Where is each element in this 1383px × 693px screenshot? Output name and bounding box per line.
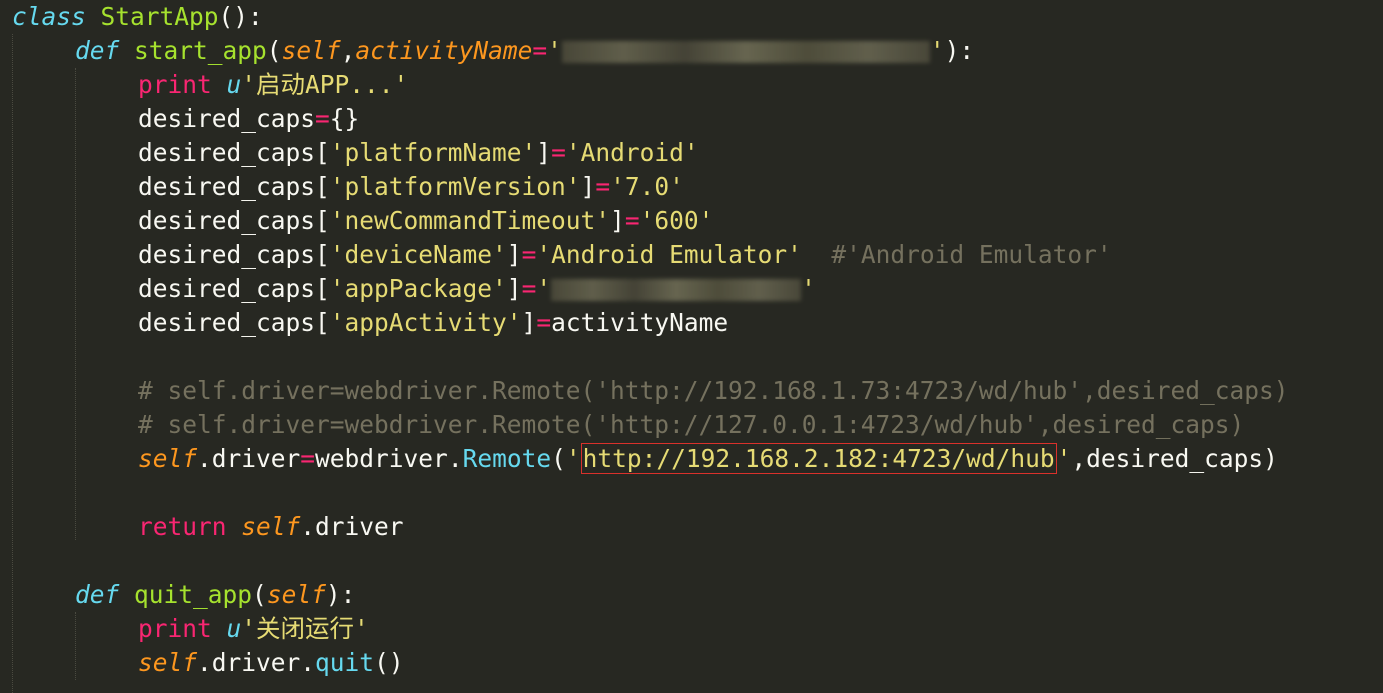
code-line: # self.driver=webdriver.Remote('http://1… <box>138 408 1244 442</box>
keyword: def <box>75 36 120 65</box>
code-line: self.driver=webdriver.Remote('http://192… <box>138 443 1278 474</box>
comment: # self.driver=webdriver.Remote('http://1… <box>138 376 1289 405</box>
code-line: def quit_app(self): <box>75 580 356 609</box>
string-literal: 'appPackage' <box>329 274 507 303</box>
string-literal: 'Android' <box>565 138 699 167</box>
code-line: desired_caps={} <box>138 104 360 133</box>
string-literal: 'appActivity' <box>329 308 522 337</box>
string-prefix: u <box>226 614 242 643</box>
function-name: start_app <box>134 36 267 65</box>
string-literal: 'newCommandTimeout' <box>329 206 611 235</box>
code-line: self.driver.quit() <box>138 648 404 677</box>
comment: #'Android Emulator' <box>831 240 1112 269</box>
string-literal: '关闭运行' <box>241 614 369 643</box>
keyword: def <box>75 580 120 609</box>
indent-guide <box>12 34 13 693</box>
highlighted-url: http://192.168.2.182:4723/wd/hub <box>580 443 1057 474</box>
self-keyword: self <box>138 444 198 473</box>
keyword: class <box>12 2 86 31</box>
code-line: # self.driver=webdriver.Remote('http://1… <box>138 374 1289 408</box>
punctuation: (): <box>218 2 263 31</box>
variable: desired_caps <box>138 308 316 337</box>
string-literal: 'deviceName' <box>329 240 507 269</box>
indent-guide <box>75 612 76 680</box>
function-name: quit_app <box>134 580 253 609</box>
code-line: desired_caps['platformVersion']='7.0' <box>138 172 684 201</box>
self-keyword: self <box>138 648 198 677</box>
indent-guide <box>75 68 76 540</box>
attribute: .driver <box>197 444 301 473</box>
keyword: return <box>138 512 227 541</box>
attribute: .driver <box>197 648 301 677</box>
module-name: webdriver <box>315 444 448 473</box>
method-name: Remote <box>462 444 552 473</box>
string-prefix: u <box>226 70 242 99</box>
code-line: desired_caps['deviceName']='Android Emul… <box>138 240 1112 269</box>
code-line: class StartApp(): <box>12 0 263 34</box>
punctuation: ,desired_caps) <box>1071 444 1278 473</box>
code-line: desired_caps['appPackage']=' ' <box>138 274 816 303</box>
string-literal: '7.0' <box>610 172 684 201</box>
redacted-value <box>561 41 930 63</box>
code-line: print u'关闭运行' <box>138 612 369 646</box>
string-literal: 'platformVersion' <box>329 172 581 201</box>
variable: desired_caps <box>138 240 316 269</box>
variable: desired_caps <box>138 104 316 133</box>
param-activity: activityName <box>355 36 533 65</box>
class-name: StartApp <box>100 2 219 31</box>
string-literal: 'platformName' <box>329 138 537 167</box>
code-line: desired_caps['newCommandTimeout']='600' <box>138 206 714 235</box>
code-line: desired_caps['appActivity']=activityName <box>138 308 729 337</box>
code-line: print u'启动APP...' <box>138 68 408 102</box>
variable: desired_caps <box>138 172 316 201</box>
string-literal: '600' <box>639 206 714 235</box>
string-literal: 'Android Emulator' <box>536 240 802 269</box>
redacted-value <box>551 279 802 301</box>
code-line: desired_caps['platformName']='Android' <box>138 138 699 167</box>
keyword: print <box>138 70 212 99</box>
comment: # self.driver=webdriver.Remote('http://1… <box>138 410 1245 439</box>
method-name: quit <box>315 648 375 677</box>
code-line: return self.driver <box>138 510 404 544</box>
variable: activityName <box>551 308 729 337</box>
code-editor[interactable]: class StartApp(): def start_app(self,act… <box>0 0 1383 693</box>
punctuation: {} <box>329 104 360 133</box>
keyword: print <box>138 614 212 643</box>
self-keyword: self <box>241 512 301 541</box>
variable: desired_caps <box>138 274 316 303</box>
self-param: self <box>281 36 341 65</box>
variable: desired_caps <box>138 138 316 167</box>
variable: desired_caps <box>138 206 316 235</box>
attribute: .driver <box>300 512 404 541</box>
string-literal: '启动APP...' <box>241 70 409 99</box>
code-line: def start_app(self,activityName=' '): <box>75 36 975 65</box>
self-param: self <box>266 580 326 609</box>
